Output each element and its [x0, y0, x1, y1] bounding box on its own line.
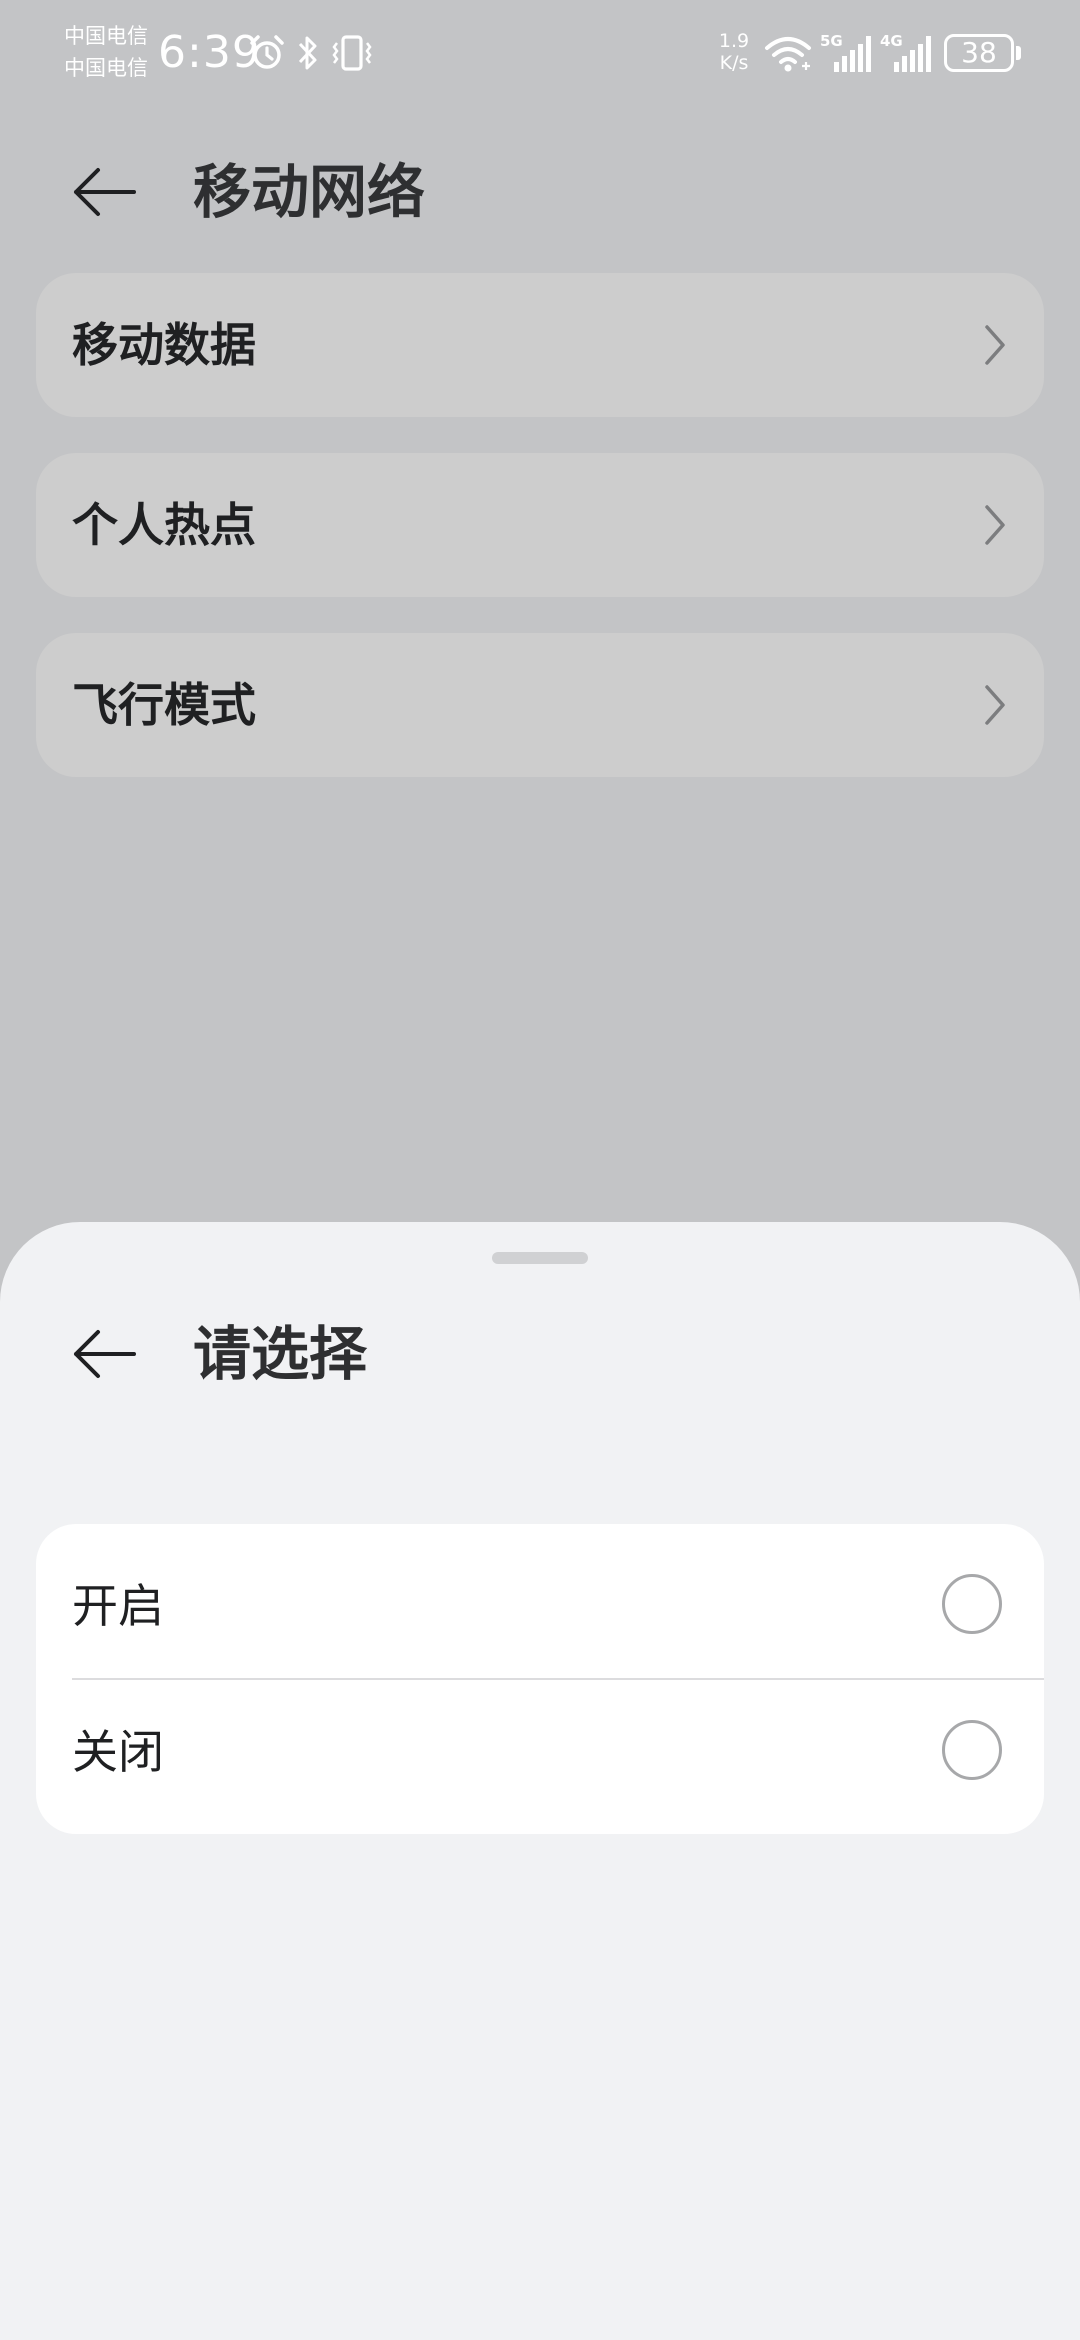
battery-level: 38: [961, 36, 997, 69]
net-speed-unit: K/s: [719, 52, 749, 74]
chevron-right-icon: [985, 505, 1005, 545]
net-speed-value: 1.9: [718, 30, 750, 52]
arrow-left-icon: [74, 168, 136, 216]
signal-2-label: 4G: [880, 32, 903, 50]
menu-item-airplane-mode[interactable]: 飞行模式: [36, 633, 1044, 777]
battery-icon: 38: [944, 34, 1014, 72]
page-title: 移动网络: [193, 158, 426, 226]
menu-item-mobile-data[interactable]: 移动数据: [36, 273, 1044, 417]
net-speed: 1.9 K/s: [712, 30, 756, 74]
menu-item-label: 个人热点: [72, 498, 256, 552]
option-label: 开启: [72, 1579, 164, 1633]
option-off[interactable]: 关闭: [36, 1680, 1044, 1824]
sheet-title: 请选择: [193, 1320, 368, 1388]
arrow-left-icon: [74, 1330, 136, 1378]
sheet-header: 请选择: [0, 1302, 1080, 1402]
battery-tip: [1016, 46, 1021, 60]
option-list: 开启 关闭: [36, 1524, 1044, 1834]
alarm-icon: [250, 35, 284, 69]
signal-icon: 5G: [820, 32, 871, 72]
option-label: 关闭: [72, 1725, 164, 1779]
status-bar: 中国电信 中国电信 6:39 1.9 K/s 5G 4G 38: [0, 0, 1080, 110]
status-time: 6:39: [158, 27, 261, 78]
carrier-1-label: 中国电信: [64, 24, 148, 48]
chevron-right-icon: [985, 325, 1005, 365]
carrier-2-label: 中国电信: [64, 56, 148, 80]
vibrate-icon: [332, 35, 372, 71]
menu-item-label: 移动数据: [72, 318, 256, 372]
chevron-right-icon: [985, 685, 1005, 725]
sheet-back-button[interactable]: [64, 1314, 144, 1394]
radio-button[interactable]: [942, 1720, 1002, 1780]
page-header: 移动网络: [0, 140, 1080, 240]
sheet-drag-handle[interactable]: [492, 1252, 588, 1264]
menu-item-label: 飞行模式: [72, 678, 256, 732]
select-bottom-sheet: 请选择 开启 关闭: [0, 1222, 1080, 2340]
menu-item-hotspot[interactable]: 个人热点: [36, 453, 1044, 597]
bluetooth-icon: [298, 36, 317, 70]
radio-button[interactable]: [942, 1574, 1002, 1634]
signal-icon: 4G: [880, 32, 931, 72]
option-on[interactable]: 开启: [36, 1534, 1044, 1678]
back-button[interactable]: [64, 152, 144, 232]
signal-1-label: 5G: [820, 32, 843, 50]
carrier-labels: 中国电信 中国电信: [64, 20, 164, 84]
wifi-icon: [765, 37, 811, 72]
